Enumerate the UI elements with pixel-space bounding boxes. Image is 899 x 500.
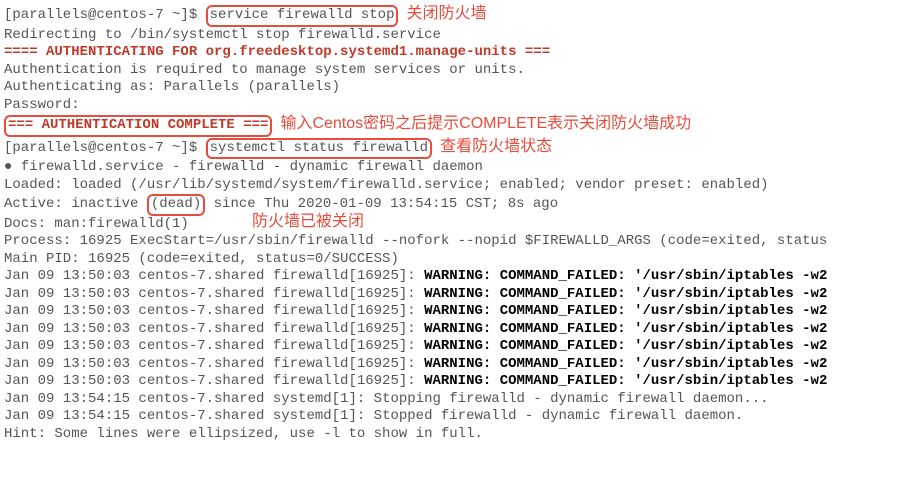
terminal-line-active: Active: inactive (dead) since Thu 2020-0… [4,194,895,216]
terminal-line-auth-as: Authenticating as: Parallels (parallels) [4,79,895,97]
terminal-line-redirect: Redirecting to /bin/systemctl stop firew… [4,27,895,45]
log-prefix: Jan 09 13:50:03 centos-7.shared firewall… [4,303,424,319]
output-text: Loaded: loaded (/usr/lib/systemd/system/… [4,177,769,193]
terminal-line-cmd2: [parallels@centos-7 ~]$ systemctl status… [4,137,895,160]
output-text: Redirecting to /bin/systemctl stop firew… [4,27,441,43]
terminal-log-warning-4: Jan 09 13:50:03 centos-7.shared firewall… [4,321,895,339]
terminal-log-warning-1: Jan 09 13:50:03 centos-7.shared firewall… [4,268,895,286]
terminal-log-warning-2: Jan 09 13:50:03 centos-7.shared firewall… [4,286,895,304]
hint-text: Hint: Some lines were ellipsized, use -l… [4,426,483,442]
highlight-cmd2: systemctl status firewalld [206,138,432,160]
terminal-line-cmd1: [parallels@centos-7 ~]$ service firewall… [4,4,895,27]
shell-prompt: [parallels@centos-7 ~]$ [4,7,206,23]
log-prefix: Jan 09 13:50:03 centos-7.shared firewall… [4,338,424,354]
shell-prompt: [parallels@centos-7 ~]$ [4,140,206,156]
active-suffix: since Thu 2020-01-09 13:54:15 CST; 8s ag… [205,196,558,212]
terminal-log-warning-7: Jan 09 13:50:03 centos-7.shared firewall… [4,373,895,391]
log-message: Stopping firewalld - dynamic firewall da… [374,391,769,407]
terminal-line-process: Process: 16925 ExecStart=/usr/sbin/firew… [4,233,895,251]
log-warning: WARNING: COMMAND_FAILED: '/usr/sbin/ipta… [424,268,827,284]
annotation-status: 查看防火墙状态 [440,138,552,155]
log-prefix: Jan 09 13:50:03 centos-7.shared firewall… [4,268,424,284]
output-text: Authenticating as: Parallels (parallels) [4,79,340,95]
highlight-cmd1: service firewalld stop [206,5,399,27]
log-warning: WARNING: COMMAND_FAILED: '/usr/sbin/ipta… [424,321,827,337]
log-warning: WARNING: COMMAND_FAILED: '/usr/sbin/ipta… [424,373,827,389]
log-warning: WARNING: COMMAND_FAILED: '/usr/sbin/ipta… [424,356,827,372]
terminal-line-service: ● firewalld.service - firewalld - dynami… [4,159,895,177]
dead-status: (dead) [151,196,201,212]
terminal-line-auth-header: ==== AUTHENTICATING FOR org.freedesktop.… [4,44,895,62]
terminal-line-mainpid: Main PID: 16925 (code=exited, status=0/S… [4,251,895,269]
output-text: Authentication is required to manage sys… [4,62,525,78]
auth-header-text: ==== AUTHENTICATING FOR org.freedesktop.… [4,44,550,60]
log-warning: WARNING: COMMAND_FAILED: '/usr/sbin/ipta… [424,286,827,302]
terminal-line-hint: Hint: Some lines were ellipsized, use -l… [4,426,895,444]
terminal-line-docs: Docs: man:firewalld(1) 防火墙已被关闭 [4,216,895,234]
log-prefix: Jan 09 13:50:03 centos-7.shared firewall… [4,356,424,372]
terminal-log-warning-5: Jan 09 13:50:03 centos-7.shared firewall… [4,338,895,356]
highlight-auth-complete: === AUTHENTICATION COMPLETE === [4,115,272,137]
log-message: Stopped firewalld - dynamic firewall dae… [374,408,744,424]
terminal-log-warning-3: Jan 09 13:50:03 centos-7.shared firewall… [4,303,895,321]
service-name: firewalld.service - firewalld - dynamic … [21,159,483,175]
terminal-line-loaded: Loaded: loaded (/usr/lib/systemd/system/… [4,177,895,195]
log-prefix: Jan 09 13:54:15 centos-7.shared systemd[… [4,391,374,407]
output-text: Main PID: 16925 (code=exited, status=0/S… [4,251,399,267]
annotation-close-firewall: 关闭防火墙 [406,5,486,22]
output-text: Docs: man:firewalld(1) [4,216,189,232]
log-warning: WARNING: COMMAND_FAILED: '/usr/sbin/ipta… [424,303,827,319]
password-label[interactable]: Password: [4,97,80,113]
status-bullet: ● [4,159,21,175]
auth-complete-text: === AUTHENTICATION COMPLETE === [8,117,268,133]
command-text[interactable]: systemctl status firewalld [210,140,428,156]
log-prefix: Jan 09 13:50:03 centos-7.shared firewall… [4,321,424,337]
highlight-dead: (dead) [147,194,205,216]
terminal-line-password: Password: [4,97,895,115]
command-text[interactable]: service firewalld stop [210,7,395,23]
log-prefix: Jan 09 13:54:15 centos-7.shared systemd[… [4,408,374,424]
log-prefix: Jan 09 13:50:03 centos-7.shared firewall… [4,286,424,302]
annotation-complete: 输入Centos密码之后提示COMPLETE表示关闭防火墙成功 [280,115,691,132]
active-prefix: Active: inactive [4,196,147,212]
log-prefix: Jan 09 13:50:03 centos-7.shared firewall… [4,373,424,389]
terminal-line-auth-complete: === AUTHENTICATION COMPLETE === 输入Centos密… [4,114,895,137]
terminal-log-stopped: Jan 09 13:54:15 centos-7.shared systemd[… [4,408,895,426]
terminal-log-stopping: Jan 09 13:54:15 centos-7.shared systemd[… [4,391,895,409]
terminal-line-auth-required: Authentication is required to manage sys… [4,62,895,80]
annotation-closed: 防火墙已被关闭 [252,212,364,232]
log-warning: WARNING: COMMAND_FAILED: '/usr/sbin/ipta… [424,338,827,354]
terminal-log-warning-6: Jan 09 13:50:03 centos-7.shared firewall… [4,356,895,374]
output-text: Process: 16925 ExecStart=/usr/sbin/firew… [4,233,827,249]
